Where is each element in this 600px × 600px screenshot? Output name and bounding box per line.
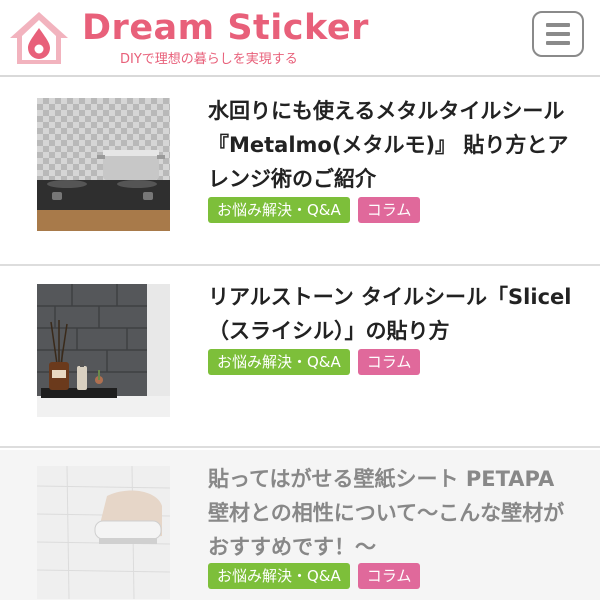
tag-column[interactable]: コラム	[357, 197, 421, 223]
brand-tagline: DIYで理想の暮らしを実現する	[120, 52, 298, 67]
article-title[interactable]: 貼ってはがせる壁紙シート PETAPA 壁材との相性について〜こんな壁材がおすす…	[208, 462, 573, 564]
article-divider	[0, 264, 600, 266]
house-drop-logo-icon[interactable]	[8, 10, 70, 66]
article-divider	[0, 446, 600, 448]
article-thumbnail-stone[interactable]	[37, 284, 170, 417]
site-header: Dream Sticker DIYで理想の暮らしを実現する	[0, 0, 600, 72]
article-item[interactable]: 貼ってはがせる壁紙シート PETAPA 壁材との相性について〜こんな壁材がおすす…	[0, 450, 600, 600]
hamburger-menu-button[interactable]	[532, 11, 584, 57]
tag-faq[interactable]: お悩み解決・Q&A	[208, 563, 350, 589]
hamburger-icon-bar	[546, 23, 570, 27]
article-tags: お悩み解決・Q&A コラム	[208, 197, 421, 223]
hamburger-icon-bar	[546, 41, 570, 45]
tag-column[interactable]: コラム	[357, 349, 421, 375]
brand-name[interactable]: Dream Sticker	[82, 8, 369, 48]
article-tags: お悩み解決・Q&A コラム	[208, 563, 421, 589]
article-item[interactable]: 水回りにも使えるメタルタイルシール『Metalmo(メタルモ)』 貼り方とアレン…	[0, 82, 600, 257]
article-title[interactable]: リアルストーン タイルシール「Slicel（スライシル）」の貼り方	[208, 280, 573, 348]
hamburger-icon-bar	[546, 32, 570, 36]
header-divider	[0, 75, 600, 77]
tag-faq[interactable]: お悩み解決・Q&A	[208, 349, 350, 375]
article-title[interactable]: 水回りにも使えるメタルタイルシール『Metalmo(メタルモ)』 貼り方とアレン…	[208, 94, 573, 196]
tag-column[interactable]: コラム	[357, 563, 421, 589]
article-thumbnail-wall-sheet[interactable]	[37, 466, 170, 599]
article-thumbnail-kitchen[interactable]	[37, 98, 170, 231]
article-item[interactable]: リアルストーン タイルシール「Slicel（スライシル）」の貼り方 お悩み解決・…	[0, 268, 600, 443]
tag-faq[interactable]: お悩み解決・Q&A	[208, 197, 350, 223]
article-tags: お悩み解決・Q&A コラム	[208, 349, 421, 375]
